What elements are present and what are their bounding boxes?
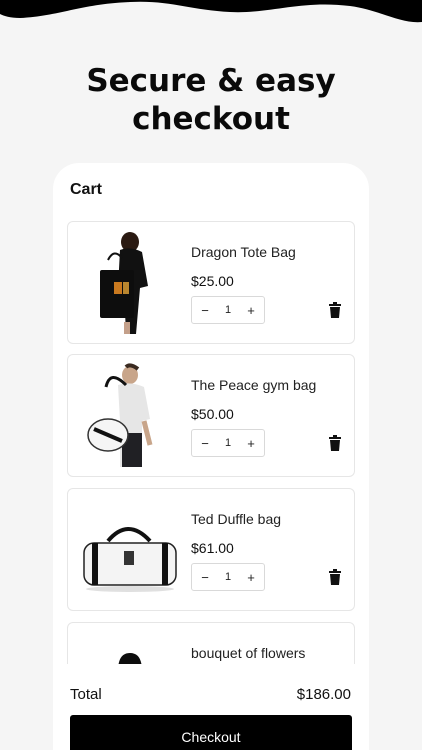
trash-icon[interactable] <box>328 302 342 318</box>
quantity-stepper[interactable]: − 1 + <box>191 429 265 457</box>
increase-button[interactable]: + <box>244 303 258 318</box>
total-label: Total <box>70 686 102 703</box>
cart-title: Cart <box>70 181 103 198</box>
quantity-value: 1 <box>224 304 232 316</box>
product-image-tote <box>78 230 180 336</box>
increase-button[interactable]: + <box>244 570 258 585</box>
increase-button[interactable]: + <box>244 436 258 451</box>
item-name: Dragon Tote Bag <box>191 244 296 260</box>
item-name: bouquet of flowers Hoodie <box>191 645 306 664</box>
decrease-button[interactable]: − <box>198 570 212 585</box>
cart-item-list[interactable]: Dragon Tote Bag $25.00 − 1 + The Peace g… <box>67 221 355 664</box>
quantity-value: 1 <box>224 571 232 583</box>
decrease-button[interactable]: − <box>198 436 212 451</box>
quantity-stepper[interactable]: − 1 + <box>191 296 265 324</box>
item-name: The Peace gym bag <box>191 377 317 393</box>
cart-item: bouquet of flowers Hoodie <box>67 622 355 664</box>
quantity-value: 1 <box>224 437 232 449</box>
quantity-stepper[interactable]: − 1 + <box>191 563 265 591</box>
cart-item: Dragon Tote Bag $25.00 − 1 + <box>67 221 355 344</box>
decrease-button[interactable]: − <box>198 303 212 318</box>
item-price: $25.00 <box>191 273 234 289</box>
total-value: $186.00 <box>296 686 351 703</box>
checkout-button[interactable]: Checkout <box>70 715 352 750</box>
cart-item: Ted Duffle bag $61.00 − 1 + <box>67 488 355 611</box>
item-price: $61.00 <box>191 540 234 556</box>
item-name: Ted Duffle bag <box>191 511 282 527</box>
trash-icon[interactable] <box>328 569 342 585</box>
product-image-gym-bag <box>78 363 180 469</box>
trash-icon[interactable] <box>328 435 342 451</box>
product-image-duffle <box>78 497 180 603</box>
page-headline: Secure & easy checkout <box>0 62 422 138</box>
header-wave <box>0 0 422 23</box>
product-image-hoodie <box>78 631 180 664</box>
item-price: $50.00 <box>191 406 234 422</box>
cart-item: The Peace gym bag $50.00 − 1 + <box>67 354 355 477</box>
headline-line-1: Secure & easy <box>86 63 336 99</box>
headline-line-2: checkout <box>132 101 290 137</box>
